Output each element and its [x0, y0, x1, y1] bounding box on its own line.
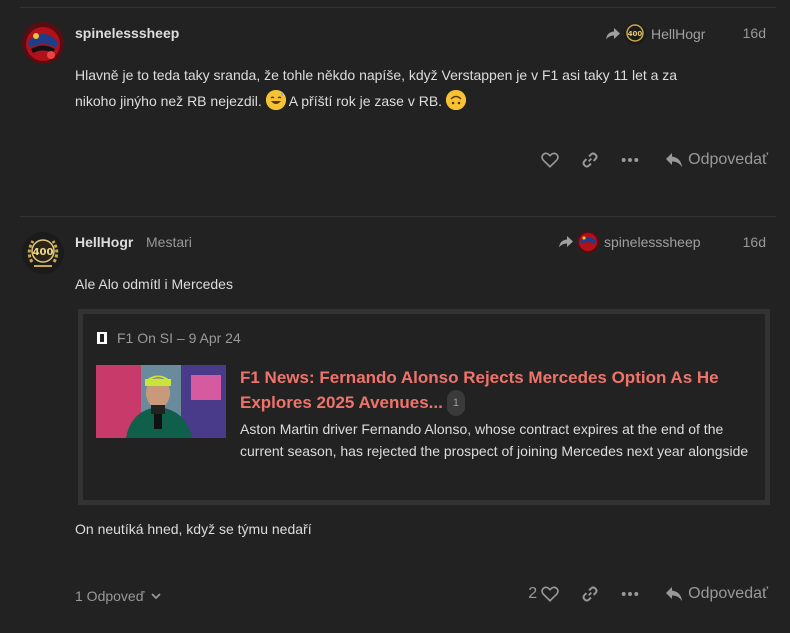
onebox-description-text: Aston Martin driver Fernando Alonso, who… — [240, 421, 749, 459]
laurel-badge-avatar-image: 400 — [22, 232, 64, 274]
post-hellhogr: 400 HellHogr Mestari spinelesssheep 16d … — [0, 217, 790, 633]
user-title: Mestari — [146, 234, 192, 250]
post-body: Hlavně je to teda taky sranda, že tohle … — [75, 62, 765, 114]
site-favicon-icon — [97, 332, 107, 344]
share-arrow-icon — [606, 28, 620, 40]
reply-to-tab[interactable]: 400 HellHogr — [605, 23, 705, 45]
reply-button-label: Odpovedať — [688, 151, 768, 168]
link-icon — [582, 586, 598, 602]
helmet-avatar-image — [22, 22, 64, 64]
upside-down-face-emoji-icon — [445, 90, 466, 110]
chevron-down-icon — [151, 593, 161, 600]
reply-button[interactable]: Odpovedať — [665, 585, 768, 603]
post-date[interactable]: 16d — [743, 25, 766, 41]
post-outro-text: On neutíká hned, když se týmu nedaří — [75, 521, 312, 537]
svg-text:400: 400 — [628, 30, 643, 38]
reply-to-username: HellHogr — [651, 26, 706, 42]
post-date[interactable]: 16d — [743, 234, 766, 250]
heart-icon — [541, 586, 559, 602]
reply-to-tab[interactable]: spinelesssheep — [558, 231, 701, 253]
svg-text:400: 400 — [33, 247, 54, 258]
username[interactable]: spinelesssheep — [75, 25, 179, 41]
like-button[interactable]: 2 — [528, 585, 559, 603]
onebox-source[interactable]: F1 On SI – 9 Apr 24 — [97, 330, 241, 346]
onebox-title-line2: Explores 2025 Avenues... — [240, 393, 443, 412]
onebox-description: Aston Martin driver Fernando Alonso, who… — [96, 418, 756, 462]
avatar-spinelesssheep[interactable] — [22, 22, 64, 64]
reply-arrow-icon — [666, 587, 683, 601]
onebox-title[interactable]: F1 News: Fernando Alonso Rejects Mercede… — [240, 366, 740, 416]
click-count-badge: 1 — [446, 390, 465, 416]
copy-link-button[interactable] — [581, 151, 599, 169]
reply-button[interactable]: Odpovedať — [665, 151, 768, 169]
post-text-line2b: A příští rok je zase v RB. — [288, 93, 443, 109]
reply-to-username: spinelesssheep — [604, 234, 701, 250]
link-onebox[interactable]: F1 On SI – 9 Apr 24 F1 News: Fernando Al… — [78, 309, 770, 505]
post-text-line1: Hlavně je to teda taky sranda, že tohle … — [75, 67, 678, 83]
reply-arrow-icon — [666, 153, 683, 167]
copy-link-button[interactable] — [581, 585, 599, 603]
helmet-avatar-image — [577, 231, 599, 253]
username[interactable]: HellHogr — [75, 234, 133, 250]
ellipsis-icon — [621, 158, 639, 162]
show-more-button[interactable] — [621, 591, 639, 597]
reply-to-avatar: 400 — [624, 23, 646, 45]
like-count[interactable]: 2 — [528, 585, 537, 603]
post-actions: Odpovedať — [519, 151, 768, 169]
onebox-title-line1: F1 News: Fernando Alonso Rejects Mercede… — [240, 368, 719, 387]
reply-button-label: Odpovedať — [688, 585, 768, 602]
post-text-line2: nikoho jinýho než RB nejezdil. — [75, 93, 262, 109]
show-more-button[interactable] — [621, 157, 639, 163]
post-intro-text: Ale Alo odmítl i Mercedes — [75, 276, 233, 292]
like-button[interactable] — [541, 151, 559, 169]
post-actions: 2 Odpovedať — [506, 585, 768, 603]
replies-count-label: 1 Odpoveď — [75, 588, 145, 604]
sweat-smile-emoji-icon — [265, 90, 286, 110]
reply-to-avatar — [577, 231, 599, 253]
ellipsis-icon — [621, 592, 639, 596]
share-arrow-icon — [559, 236, 573, 248]
post-spinelesssheep: spinelesssheep 400 HellHogr 16d Hlavně j… — [0, 8, 790, 216]
heart-icon — [541, 152, 559, 168]
onebox-source-label: F1 On SI – 9 Apr 24 — [117, 330, 241, 346]
laurel-badge-avatar: 400 — [624, 23, 646, 45]
avatar-hellhogr[interactable]: 400 — [22, 232, 64, 274]
show-replies-button[interactable]: 1 Odpoveď — [75, 588, 162, 604]
link-icon — [582, 152, 598, 168]
